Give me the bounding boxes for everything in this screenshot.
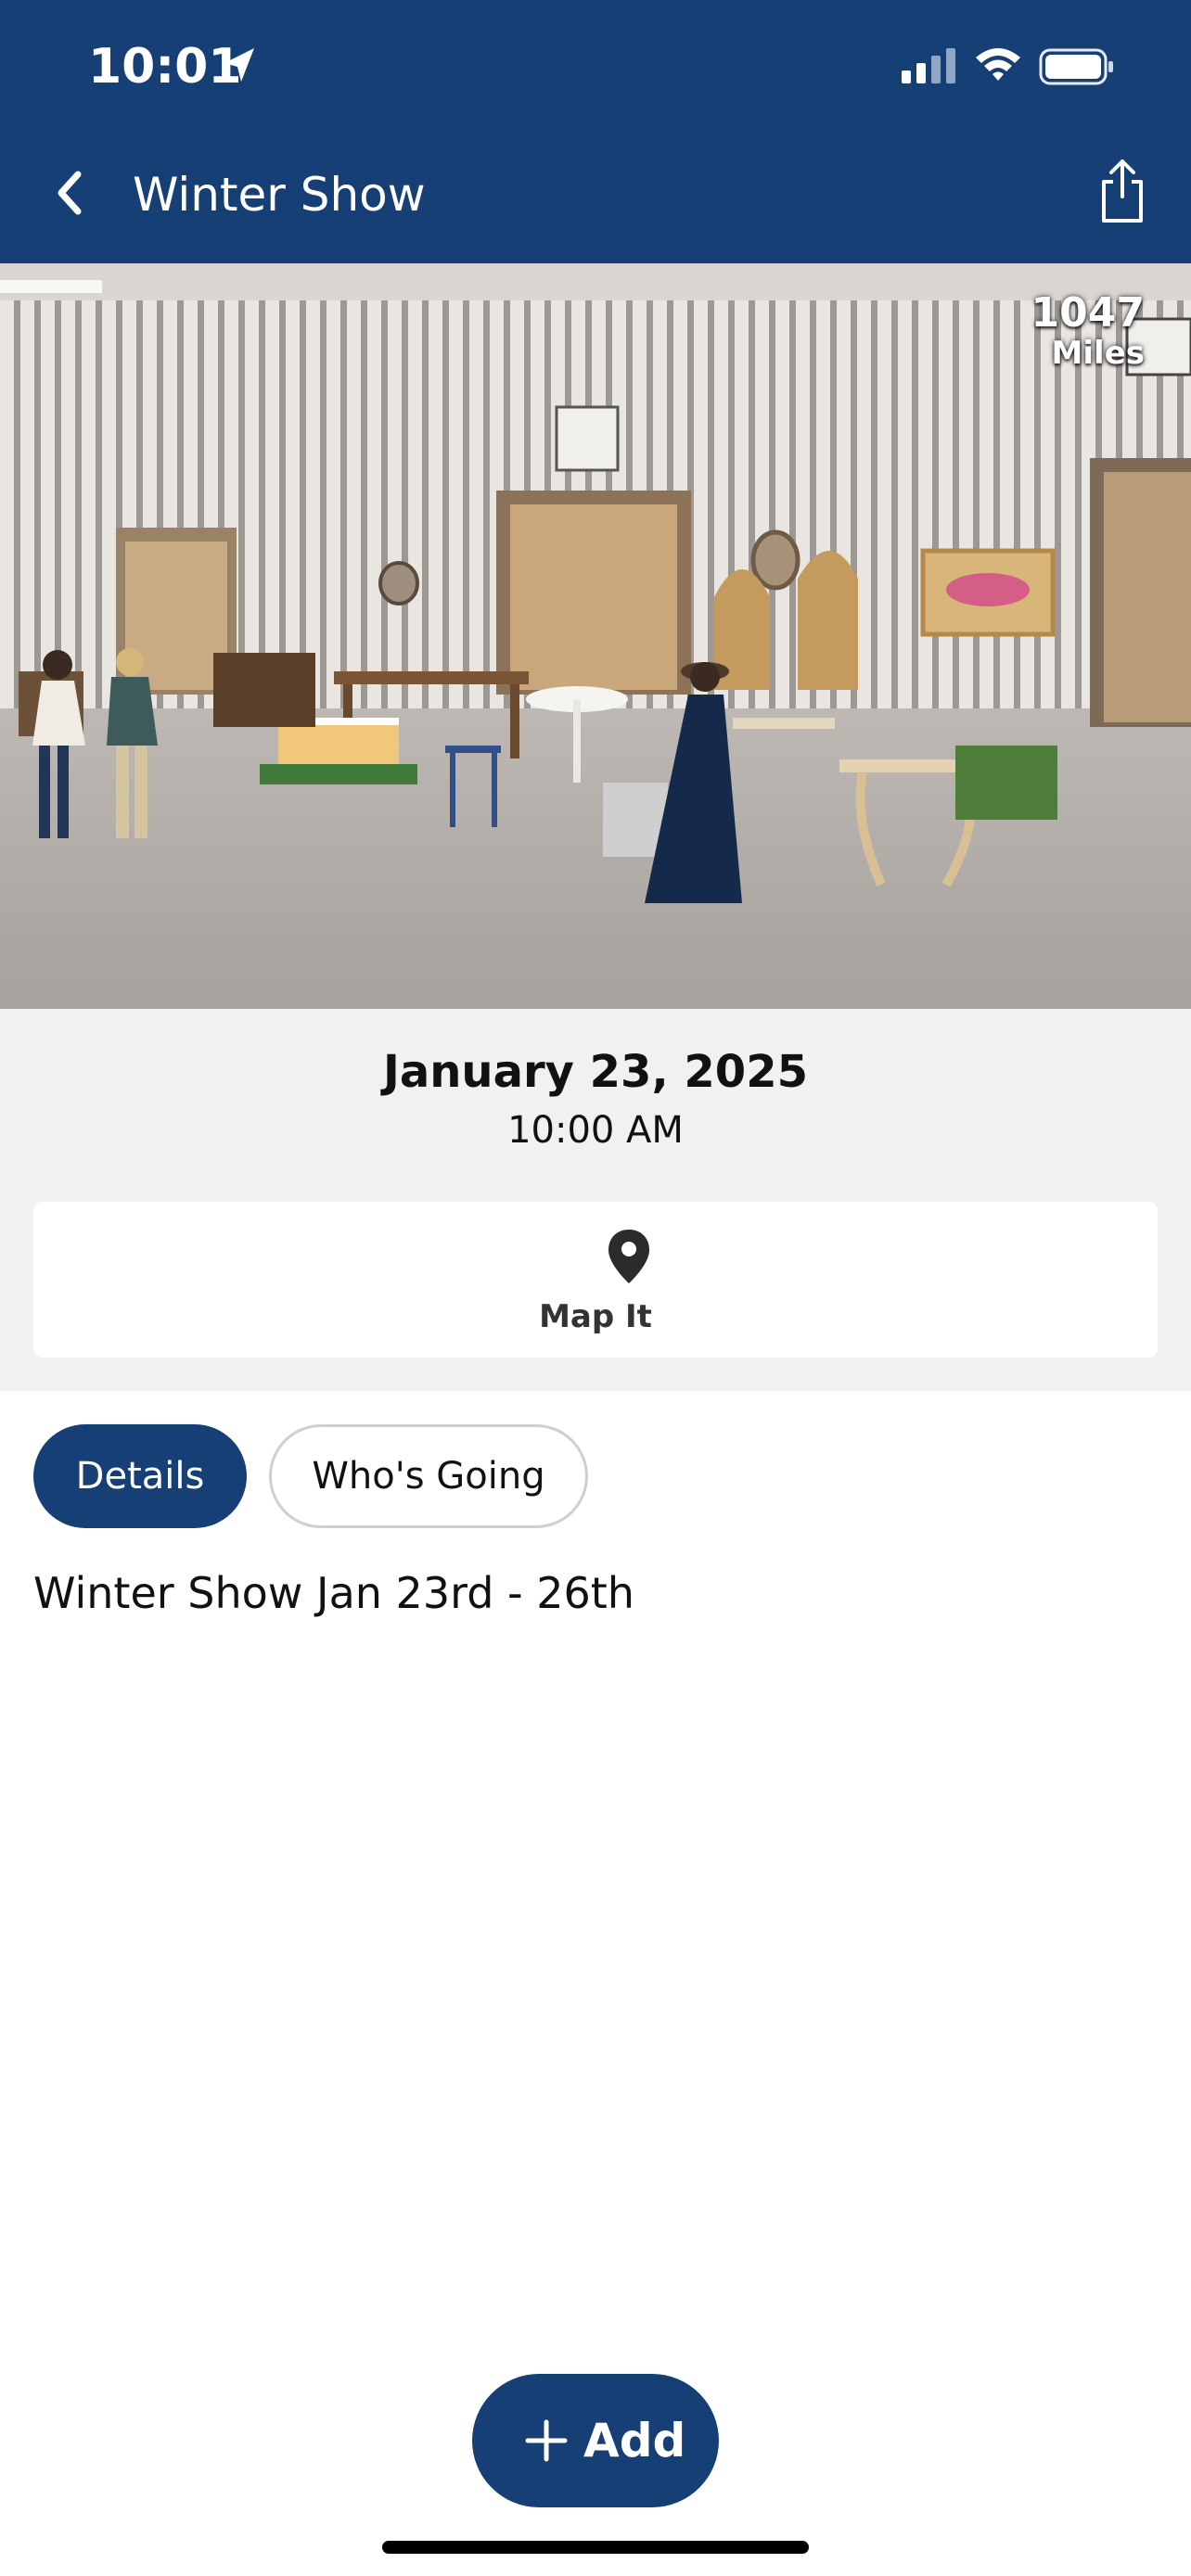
- tab-whos-going[interactable]: Who's Going: [269, 1424, 588, 1528]
- tab-details[interactable]: Details: [33, 1424, 247, 1528]
- page-title: Winter Show: [133, 168, 426, 222]
- event-date: January 23, 2025: [383, 1046, 808, 1098]
- map-it-label: Map It: [539, 1298, 652, 1335]
- plus-icon: [525, 2419, 568, 2462]
- home-indicator[interactable]: [382, 2541, 809, 2554]
- distance-badge: 1047 Miles: [1031, 289, 1145, 372]
- map-it-button[interactable]: Map It: [33, 1202, 1158, 1358]
- event-description: Winter Show Jan 23rd - 26th: [33, 1568, 634, 1618]
- distance-unit: Miles: [1051, 335, 1145, 372]
- status-time: 10:01: [88, 39, 242, 95]
- back-chevron-icon[interactable]: [46, 158, 89, 228]
- cellular-signal-icon: [902, 48, 955, 83]
- navigation-bar: Winter Show: [0, 130, 1191, 263]
- event-info: January 23, 2025 10:00 AM Map It: [0, 1009, 1191, 1391]
- event-photo: 1047 Miles: [0, 263, 1191, 1009]
- wifi-icon: [976, 48, 1020, 81]
- add-button[interactable]: Add: [472, 2374, 719, 2507]
- map-pin-icon: [608, 1230, 649, 1283]
- event-time: 10:00 AM: [507, 1109, 684, 1152]
- share-icon[interactable]: [1098, 156, 1146, 224]
- battery-icon: [1039, 48, 1113, 85]
- event-photo-illustration: [0, 263, 1191, 1009]
- location-arrow-icon: [224, 48, 254, 82]
- app-header: 10:01 Winter Show: [0, 0, 1191, 263]
- distance-value: 1047: [1031, 289, 1145, 337]
- add-button-label: Add: [583, 2414, 686, 2468]
- status-bar: 10:01: [0, 0, 1191, 130]
